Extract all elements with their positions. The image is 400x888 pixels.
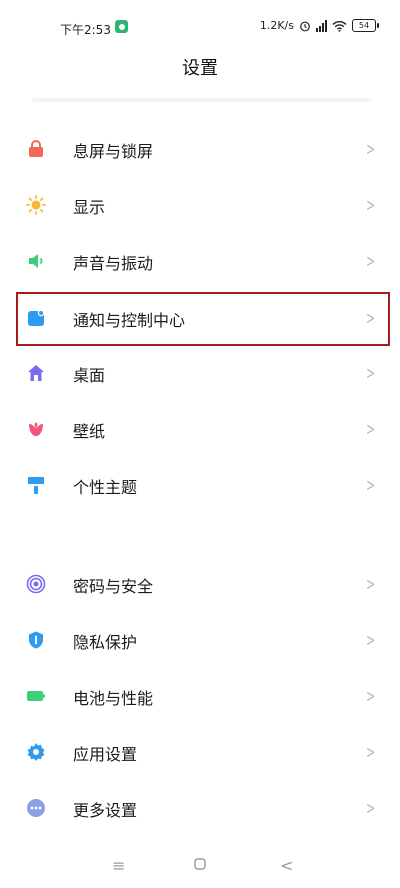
network-speed: 1.2K/s [259,19,294,32]
shield-icon [29,631,43,649]
status-time: 下午2:53 [60,23,111,37]
sun-icon [26,195,46,215]
chevron-right-icon: > [365,363,375,384]
status-bar: 下午2:53 1.2K/s 54 [0,0,400,44]
settings-item-wallpaper[interactable]: 壁纸 > [0,401,400,457]
home-square-icon [194,858,206,870]
more-icon [27,799,45,817]
speaker-icon [29,254,43,268]
settings-item-lock-screen[interactable]: 息屏与锁屏 > [0,121,400,177]
home-button[interactable] [194,855,206,874]
settings-item-label: 息屏与锁屏 [73,142,154,161]
home-icon [28,365,44,381]
chevron-right-icon: > [365,742,375,763]
chevron-right-icon: > [365,419,375,440]
alarm-icon [300,21,310,31]
tulip-icon [29,422,43,436]
chevron-right-icon: > [365,798,375,819]
settings-item-label: 应用设置 [73,745,138,764]
settings-item-label: 密码与安全 [73,577,154,596]
wifi-icon [332,20,347,32]
battery-indicator: 54 [352,19,379,32]
signal-icon [316,19,327,32]
settings-item-more-settings[interactable]: 更多设置 > [0,780,400,836]
section-divider [0,530,400,548]
chevron-right-icon: > [365,574,375,595]
settings-item-display[interactable]: 显示 > [0,177,400,233]
chevron-right-icon: > [365,251,375,272]
settings-item-themes[interactable]: 个性主题 > [0,457,400,513]
battery-icon [27,691,45,701]
back-button[interactable]: < [280,856,293,875]
menu-button[interactable]: ≡ [112,856,125,875]
navigation-bar: ≡ < [0,846,400,888]
app-notification-icon [115,20,128,33]
settings-item-battery-performance[interactable]: 电池与性能 > [0,668,400,724]
settings-item-sound[interactable]: 声音与振动 > [0,233,400,289]
fingerprint-icon [26,574,46,594]
gear-icon [27,743,45,761]
chevron-right-icon: > [365,686,375,707]
chevron-right-icon: > [365,630,375,651]
lock-icon [29,140,43,157]
settings-item-label: 隐私保护 [73,633,138,652]
settings-item-home-screen[interactable]: 桌面 > [0,345,400,401]
settings-item-label: 声音与振动 [73,254,154,273]
settings-item-label: 电池与性能 [73,689,154,708]
paint-roller-icon [28,477,44,494]
highlight-box [16,292,390,346]
settings-item-label: 壁纸 [73,422,106,441]
settings-item-label: 个性主题 [73,478,138,497]
chevron-right-icon: > [365,139,375,160]
settings-item-label: 桌面 [73,366,106,385]
settings-item-label: 更多设置 [73,801,138,820]
settings-item-app-settings[interactable]: 应用设置 > [0,724,400,780]
settings-item-password-security[interactable]: 密码与安全 > [0,556,400,612]
chevron-right-icon: > [365,195,375,216]
page-title: 设置 [182,58,218,79]
chevron-right-icon: > [365,475,375,496]
header-divider [32,98,372,102]
status-indicators: 1.2K/s 54 [259,19,379,32]
settings-item-privacy[interactable]: 隐私保护 > [0,612,400,668]
settings-item-label: 显示 [73,198,106,217]
